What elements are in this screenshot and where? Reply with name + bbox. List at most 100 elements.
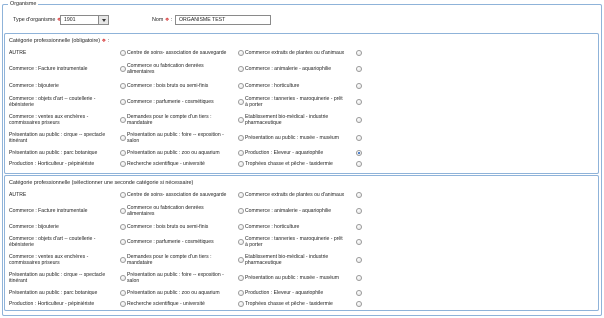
category-option[interactable]: Commerce : horticulture bbox=[245, 78, 363, 93]
category-option[interactable]: Présentation au public : parc botanique bbox=[9, 287, 127, 298]
category-option[interactable]: Présentation au public : cirque -- spect… bbox=[9, 269, 127, 287]
category-radio[interactable] bbox=[120, 66, 126, 72]
category-option[interactable]: Commerce : parfumerie - cosmétiques bbox=[127, 233, 245, 251]
category-radio[interactable] bbox=[356, 82, 362, 89]
category-option[interactable]: Commerce : bois bruts ou semi-finis bbox=[127, 220, 245, 233]
category-radio[interactable] bbox=[356, 239, 362, 245]
category-radio[interactable] bbox=[356, 99, 362, 105]
category-option[interactable]: Production : Horticulteur - pépiniériste bbox=[9, 158, 127, 170]
category-option[interactable]: Présentation au public : cirque -- spect… bbox=[9, 129, 127, 147]
category-radio[interactable] bbox=[120, 99, 126, 105]
category-radio[interactable] bbox=[238, 117, 244, 123]
category-radio[interactable] bbox=[356, 289, 362, 296]
category-option[interactable]: Production : Horticulteur - pépiniériste bbox=[9, 298, 127, 310]
category-radio[interactable] bbox=[238, 257, 244, 263]
category-radio[interactable] bbox=[120, 117, 126, 123]
category-option[interactable]: Demandes pour le compte d'un tiers : man… bbox=[127, 251, 245, 269]
category-radio[interactable] bbox=[238, 99, 244, 105]
category-option[interactable]: Commerce : horticulture bbox=[245, 220, 363, 233]
category-option[interactable]: Etablissement bio-médical - industrie ph… bbox=[245, 111, 363, 129]
category-option[interactable]: AUTRE bbox=[9, 45, 127, 60]
category-radio[interactable] bbox=[120, 49, 126, 56]
category-option[interactable]: Recherche scientifique - université bbox=[127, 158, 245, 170]
category-radio[interactable] bbox=[238, 208, 244, 214]
category-radio[interactable] bbox=[356, 301, 362, 307]
category-radio[interactable] bbox=[120, 208, 126, 214]
category-option[interactable]: Commerce ou fabrication denrées alimenta… bbox=[127, 202, 245, 220]
category-option[interactable]: Commerce : Facture instrumentale bbox=[9, 202, 127, 220]
category-radio[interactable] bbox=[120, 301, 126, 307]
category-option[interactable]: Commerce : bois bruts ou semi-finis bbox=[127, 78, 245, 93]
category-radio[interactable] bbox=[120, 257, 126, 263]
category-option[interactable]: Production : Eleveur - aquariophile bbox=[245, 147, 363, 158]
category-option[interactable]: Commerce ou fabrication denrées alimenta… bbox=[127, 60, 245, 78]
category-option[interactable]: Commerce : bijouterie bbox=[9, 220, 127, 233]
category-option[interactable]: Commerce : objets d'art -- coutellerie -… bbox=[9, 93, 127, 111]
category-option[interactable]: Commerce : animalerie - aquariophilie bbox=[245, 60, 363, 78]
category-option[interactable]: AUTRE bbox=[9, 187, 127, 202]
category-option[interactable]: Commerce : tanneries - maroquinerie - pr… bbox=[245, 233, 363, 251]
category-option[interactable]: Commerce extraits de plantes ou d'animau… bbox=[245, 45, 363, 60]
category-option[interactable]: Présentation au public : foire -- exposi… bbox=[127, 269, 245, 287]
category-option[interactable]: Centre de soins- association de sauvegar… bbox=[127, 45, 245, 60]
category-option[interactable]: Demandes pour le compte d'un tiers : man… bbox=[127, 111, 245, 129]
chevron-down-icon[interactable] bbox=[98, 16, 108, 24]
organisme-top-row: Type d'organisme ❖ : 1901 Nom ❖ : ORGANI… bbox=[3, 14, 603, 26]
category-radio[interactable] bbox=[356, 161, 362, 167]
category-radio[interactable] bbox=[120, 191, 126, 198]
category-radio[interactable] bbox=[120, 149, 126, 156]
category-option[interactable]: Centre de soins- association de sauvegar… bbox=[127, 187, 245, 202]
category-option[interactable]: Présentation au public : zoo ou aquarium bbox=[127, 147, 245, 158]
category-option[interactable]: Commerce : objets d'art -- coutellerie -… bbox=[9, 233, 127, 251]
category-radio[interactable] bbox=[238, 223, 244, 230]
category-option[interactable]: Présentation au public : musée - muséum bbox=[245, 129, 363, 147]
category-option[interactable]: Commerce : animalerie - aquariophilie bbox=[245, 202, 363, 220]
category-radio[interactable] bbox=[120, 289, 126, 296]
category-radio[interactable] bbox=[238, 66, 244, 72]
category-option[interactable]: Commerce : tanneries - maroquinerie - pr… bbox=[245, 93, 363, 111]
category-radio[interactable] bbox=[238, 275, 244, 281]
category-option[interactable]: Commerce : bijouterie bbox=[9, 78, 127, 93]
category-option[interactable]: Présentation au public : zoo ou aquarium bbox=[127, 287, 245, 298]
category-option[interactable]: Présentation au public : foire -- exposi… bbox=[127, 129, 245, 147]
category-radio[interactable] bbox=[238, 135, 244, 141]
category-radio[interactable] bbox=[356, 149, 362, 156]
category-option[interactable]: Présentation au public : musée - muséum bbox=[245, 269, 363, 287]
category-option[interactable]: Recherche scientifique - université bbox=[127, 298, 245, 310]
category-radio[interactable] bbox=[238, 49, 244, 56]
category-radio[interactable] bbox=[356, 208, 362, 214]
category-option[interactable]: Commerce : parfumerie - cosmétiques bbox=[127, 93, 245, 111]
category-radio[interactable] bbox=[356, 191, 362, 198]
category-option[interactable]: Commerce extraits de plantes ou d'animau… bbox=[245, 187, 363, 202]
category-radio[interactable] bbox=[238, 239, 244, 245]
category-radio[interactable] bbox=[238, 301, 244, 307]
category-option[interactable]: Trophées chasse et pêche - taxidermie bbox=[245, 298, 363, 310]
category-option[interactable]: Trophées chasse et pêche - taxidermie bbox=[245, 158, 363, 170]
category-radio[interactable] bbox=[238, 289, 244, 296]
category-option[interactable]: Commerce : ventes aux enchères - commiss… bbox=[9, 111, 127, 129]
category-radio[interactable] bbox=[356, 117, 362, 123]
nom-input[interactable]: ORGANISME TEST bbox=[175, 15, 271, 25]
category-radio[interactable] bbox=[238, 161, 244, 167]
category-radio[interactable] bbox=[120, 239, 126, 245]
category-radio[interactable] bbox=[120, 135, 126, 141]
category-radio[interactable] bbox=[356, 135, 362, 141]
category-radio[interactable] bbox=[238, 149, 244, 156]
category-option[interactable]: Etablissement bio-médical - industrie ph… bbox=[245, 251, 363, 269]
type-organisme-select[interactable]: 1901 bbox=[60, 15, 109, 25]
category-radio[interactable] bbox=[238, 191, 244, 198]
category-radio[interactable] bbox=[120, 161, 126, 167]
category-radio[interactable] bbox=[356, 275, 362, 281]
category-radio[interactable] bbox=[356, 223, 362, 230]
category-radio[interactable] bbox=[356, 49, 362, 56]
category-option[interactable]: Commerce : ventes aux enchères - commiss… bbox=[9, 251, 127, 269]
category-radio[interactable] bbox=[356, 257, 362, 263]
category-radio[interactable] bbox=[120, 223, 126, 230]
category-option[interactable]: Commerce : Facture instrumentale bbox=[9, 60, 127, 78]
category-option[interactable]: Production : Eleveur - aquariophile bbox=[245, 287, 363, 298]
category-option[interactable]: Présentation au public : parc botanique bbox=[9, 147, 127, 158]
category-radio[interactable] bbox=[356, 66, 362, 72]
category-radio[interactable] bbox=[120, 275, 126, 281]
category-radio[interactable] bbox=[238, 82, 244, 89]
category-radio[interactable] bbox=[120, 82, 126, 89]
